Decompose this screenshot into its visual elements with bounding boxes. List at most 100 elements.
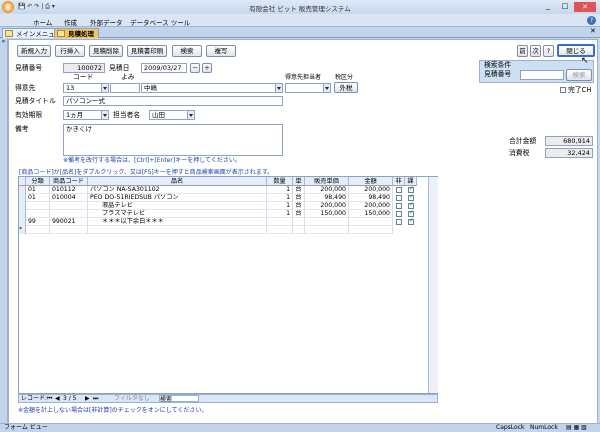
grid-vertical-scrollbar[interactable]: [428, 177, 438, 393]
cell-qty[interactable]: 1: [267, 210, 293, 218]
cell-price[interactable]: 200,000: [305, 202, 349, 210]
cell-name[interactable]: PEO DO-51RIEDSUB パソコン: [88, 194, 267, 202]
cell-code[interactable]: [50, 210, 88, 218]
header-category[interactable]: 分類: [26, 177, 50, 186]
search-panel-button[interactable]: 検索: [566, 69, 592, 81]
cell-unit[interactable]: 台: [293, 186, 305, 194]
header-product-code[interactable]: 商品コード: [50, 177, 88, 186]
validity-dropdown[interactable]: 1ヵ月: [63, 110, 109, 120]
filter-status[interactable]: フィルタなし: [114, 395, 150, 402]
cell-name[interactable]: [88, 226, 267, 234]
office-button[interactable]: [2, 1, 14, 13]
cell-amount[interactable]: 98,490: [349, 194, 393, 202]
ribbon-tab-create[interactable]: 作成: [64, 17, 77, 27]
cell-amount[interactable]: 150,000: [349, 210, 393, 218]
cell-code[interactable]: 990021: [50, 218, 88, 226]
record-position[interactable]: 3 / 5: [63, 395, 76, 402]
cell-qty[interactable]: 1: [267, 186, 293, 194]
cell-price[interactable]: 200,000: [305, 186, 349, 194]
cell-qty[interactable]: [267, 226, 293, 234]
close-tab-icon[interactable]: ✕: [590, 27, 596, 35]
first-record-icon[interactable]: ⏮: [47, 395, 52, 402]
quick-access-toolbar[interactable]: 💾 ↶ ↷ | ⎙ ▾: [18, 3, 78, 11]
cell-qty[interactable]: 1: [267, 202, 293, 210]
row-selector[interactable]: [19, 210, 26, 218]
customer-contact-dropdown[interactable]: [285, 83, 331, 93]
ribbon-tab-home[interactable]: ホーム: [33, 17, 52, 27]
cell-cat[interactable]: 01: [26, 186, 50, 194]
customer-name-dropdown[interactable]: 中嶋: [141, 83, 283, 93]
estimate-date-field[interactable]: 2009/03/27: [141, 63, 187, 73]
row-insert-button[interactable]: 行挿入: [55, 45, 85, 57]
taxable-checkbox[interactable]: [408, 217, 414, 225]
help-button[interactable]: ?: [543, 45, 554, 57]
cell-cat[interactable]: 99: [26, 218, 50, 226]
cell-amount[interactable]: [349, 226, 393, 234]
print-estimate-button[interactable]: 見積書印刷: [127, 45, 167, 57]
estimate-delete-button[interactable]: 見積削除: [89, 45, 123, 57]
cell-price[interactable]: [305, 218, 349, 226]
date-minus-button[interactable]: －: [190, 63, 200, 73]
non-calc-checkbox[interactable]: [396, 195, 402, 201]
row-selector[interactable]: *: [19, 226, 26, 234]
non-calc-checkbox[interactable]: [396, 211, 402, 217]
header-quantity[interactable]: 数量: [267, 177, 293, 186]
nav-pane-collapsed[interactable]: »: [0, 38, 8, 424]
staff-dropdown[interactable]: 山田: [149, 110, 195, 120]
cell-amount[interactable]: 200,000: [349, 202, 393, 210]
cell-name[interactable]: パソコン NA-SA301102: [88, 186, 267, 194]
maximize-button[interactable]: □: [557, 2, 573, 12]
cell-code[interactable]: [50, 226, 88, 234]
record-search-box[interactable]: 検索: [159, 395, 199, 403]
tax-class-button[interactable]: 外税: [334, 82, 358, 93]
last-record-icon[interactable]: ⏭: [93, 395, 98, 402]
non-calc-checkbox[interactable]: [396, 219, 402, 225]
minimize-button[interactable]: _: [540, 2, 556, 12]
cell-amount[interactable]: 200,000: [349, 186, 393, 194]
cell-unit[interactable]: [293, 218, 305, 226]
date-plus-button[interactable]: ＋: [202, 63, 212, 73]
prev-record-button[interactable]: 前: [517, 45, 528, 57]
header-amount[interactable]: 金額: [349, 177, 393, 186]
title-field[interactable]: パソコン一式: [63, 96, 283, 106]
cell-code[interactable]: 010004: [50, 194, 88, 202]
cell-unit[interactable]: [293, 226, 305, 234]
header-unit-price[interactable]: 販売単価: [305, 177, 349, 186]
search-estimate-input[interactable]: [520, 70, 564, 80]
cell-qty[interactable]: [267, 218, 293, 226]
cell-code[interactable]: [50, 202, 88, 210]
row-selector[interactable]: [19, 218, 26, 226]
header-product-name[interactable]: 品名: [88, 177, 267, 186]
header-unit[interactable]: 単: [293, 177, 305, 186]
ribbon-tab-external-data[interactable]: 外部データ: [90, 17, 123, 27]
row-selector[interactable]: [19, 202, 26, 210]
cell-cat[interactable]: [26, 226, 50, 234]
cell-qty[interactable]: 1: [267, 194, 293, 202]
search-button[interactable]: 検索: [172, 45, 202, 57]
close-window-button[interactable]: ✕: [574, 2, 596, 12]
done-checkbox[interactable]: [560, 87, 566, 93]
ribbon-tab-database-tools[interactable]: データベース ツール: [130, 17, 190, 27]
view-switch-icons[interactable]: ▤ ▦ ▧: [566, 424, 587, 432]
copy-button[interactable]: 複写: [206, 45, 236, 57]
cell-unit[interactable]: 台: [293, 194, 305, 202]
tab-estimate[interactable]: 見積処理: [54, 28, 99, 38]
customer-code-dropdown[interactable]: 13: [63, 83, 109, 93]
cell-amount[interactable]: [349, 218, 393, 226]
cell-name[interactable]: 液晶テレビ: [88, 202, 267, 210]
customer-reading-field[interactable]: [110, 83, 140, 93]
help-icon[interactable]: ?: [587, 16, 596, 25]
cell-cat[interactable]: [26, 202, 50, 210]
new-entry-button[interactable]: 新規入力: [17, 45, 51, 57]
prev-record-icon[interactable]: ◀: [55, 395, 60, 402]
cell-price[interactable]: 98,490: [305, 194, 349, 202]
cell-code[interactable]: 010112: [50, 186, 88, 194]
remarks-field[interactable]: かきくけ: [63, 124, 283, 156]
cell-cat[interactable]: [26, 210, 50, 218]
cell-unit[interactable]: 台: [293, 210, 305, 218]
next-record-icon[interactable]: ▶: [85, 395, 90, 402]
next-record-button[interactable]: 次: [530, 45, 541, 57]
cell-price[interactable]: [305, 226, 349, 234]
header-non-calc[interactable]: 非: [393, 177, 405, 186]
cell-name[interactable]: ＊＊＊以下余白＊＊＊: [88, 218, 267, 226]
